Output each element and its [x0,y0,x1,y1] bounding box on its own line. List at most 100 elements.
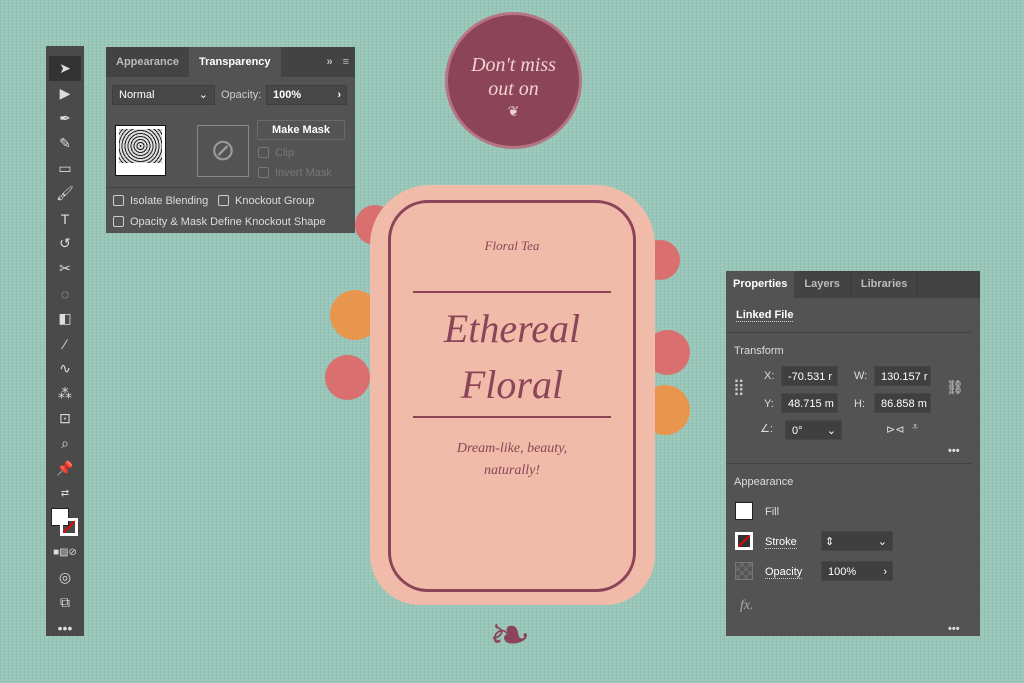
knockout-shape-label: Opacity & Mask Define Knockout Shape [130,216,326,228]
label-frame: Floral Tea Ethereal Floral Dream-like, b… [388,200,636,592]
curvature-tool-icon[interactable]: ✎ [46,131,84,156]
fill-swatch[interactable] [735,502,753,520]
chevron-down-icon: ⌄ [198,89,208,101]
zoom-tool-icon[interactable]: ⌕ [46,431,84,456]
fx-button[interactable]: fx. [740,598,754,614]
more-appearance-button[interactable]: ••• [948,623,960,635]
fill-label: Fill [765,506,780,518]
rectangle-tool-icon[interactable]: ▭ [46,156,84,181]
w-label: W: [854,370,868,382]
angle-value: 0° [792,425,803,437]
screen-mode-icon[interactable]: ⧉ [46,590,84,615]
angle-icon: ∠: [760,423,773,435]
rotate-tool-icon[interactable]: ↺ [46,231,84,256]
properties-panel: Properties Layers Libraries Linked File … [726,271,980,636]
invert-mask-checkbox[interactable]: Invert Mask [258,167,332,179]
label-title-2: Floral [460,362,564,407]
label-title-1: Ethereal [443,306,581,351]
y-label: Y: [764,398,774,410]
chevron-right-icon: › [337,89,341,101]
clip-checkbox[interactable]: Clip [258,147,294,159]
scissors-tool-icon[interactable]: ✂ [46,256,84,281]
gradient-tool-icon[interactable]: ◧ [46,306,84,331]
transform-heading: Transform [734,345,784,357]
symbol-sprayer-tool-icon[interactable]: ⁂ [46,381,84,406]
clip-label: Clip [275,147,294,159]
eyedropper-tool-icon[interactable]: ⁄ [46,331,84,356]
direct-selection-tool-icon[interactable]: ▶ [46,81,84,106]
flip-vertical-icon[interactable]: ⩡ [912,421,918,434]
tab-layers[interactable]: Layers [794,271,849,298]
stepper-icon[interactable]: ⇕ [822,536,834,548]
y-input[interactable]: 48.715 m [781,393,838,413]
tab-properties[interactable]: Properties [726,271,795,298]
opacity-input[interactable]: 100% › [266,85,347,105]
promo-badge: Don't miss out on ❦ [445,12,582,149]
stroke-label[interactable]: Stroke [765,536,797,549]
swap-colors-icon[interactable]: ⇄ [46,481,84,506]
flip-horizontal-icon[interactable]: ⊳⊲ [886,423,904,436]
warp-tool-icon[interactable]: ◌ [46,281,84,306]
transparency-panel: Appearance Transparency » ≡ Normal ⌄ Opac… [106,47,355,233]
ornament-icon: ❦ [507,105,520,120]
panel-overflow-button[interactable]: » [322,47,336,77]
no-mask-icon[interactable]: ⊘ [197,125,249,177]
opacity-icon [735,562,753,580]
divider [413,416,611,418]
draw-mode-icon[interactable]: ◎ [46,565,84,590]
badge-text: out on [488,78,539,100]
linked-file-link[interactable]: Linked File [736,309,794,322]
opacity-value: 100% [828,566,857,578]
tab-libraries[interactable]: Libraries [849,271,919,298]
badge-text: Don't miss [471,54,556,76]
stroke-weight-input[interactable]: ⇕ ⌄ [821,531,893,551]
blend-tool-icon[interactable]: ∿ [46,356,84,381]
invert-mask-label: Invert Mask [275,167,332,179]
isolate-blending-checkbox[interactable]: Isolate Blending [113,195,208,207]
flower [325,355,370,400]
appearance-heading: Appearance [734,476,794,488]
ornament-icon: ❧ [489,607,531,663]
make-mask-button[interactable]: Make Mask [257,120,345,140]
knockout-group-label: Knockout Group [235,195,315,207]
tools-panel: ➤ ▶ ✒ ✎ ▭ 🖌 T ↺ ✂ ◌ ◧ ⁄ ∿ ⁂ ⊡ ⌕ 📌 ⇄ ■▨⊘ … [46,46,84,636]
stroke-swatch[interactable] [60,518,78,536]
opacity-label: Opacity: [221,89,262,101]
stroke-swatch[interactable] [735,532,753,550]
color-mode-icon[interactable]: ■▨⊘ [46,540,84,565]
rotate-input[interactable]: 0° ⌄ [785,420,842,440]
x-label: X: [764,370,775,382]
pin-tool-icon[interactable]: 📌 [46,456,84,481]
label-top-text: Floral Tea [484,238,540,253]
x-input[interactable]: -70.531 r [781,366,838,386]
chevron-down-icon: ⌄ [877,536,887,548]
tagline-2: naturally! [484,463,540,478]
artboard-tool-icon[interactable]: ⊡ [46,406,84,431]
fill-stroke-swatches[interactable] [46,506,84,540]
type-tool-icon[interactable]: T [46,206,84,231]
reference-point-icon[interactable]: ⣿ [733,377,745,397]
panel-menu-icon[interactable]: ≡ [337,47,355,77]
opacity-value: 100% [273,89,302,101]
constrain-proportions-icon[interactable]: ⛓ [946,379,964,396]
paintbrush-tool-icon[interactable]: 🖌 [46,181,84,206]
width-input[interactable]: 130.157 r [874,366,931,386]
divider [413,291,611,293]
more-transform-button[interactable]: ••• [948,445,960,457]
chevron-down-icon: ⌄ [826,425,836,437]
object-thumbnail[interactable] [115,125,166,176]
opacity-input[interactable]: 100% › [821,561,893,581]
opacity-label[interactable]: Opacity [765,566,803,579]
blend-mode-value: Normal [119,89,155,101]
height-input[interactable]: 86.858 m [874,393,931,413]
selection-tool-icon[interactable]: ➤ [49,56,81,81]
tab-transparency[interactable]: Transparency [188,47,281,77]
tab-appearance[interactable]: Appearance [106,47,189,77]
isolate-blending-label: Isolate Blending [130,195,209,207]
h-label: H: [854,398,865,410]
pen-tool-icon[interactable]: ✒ [46,106,84,131]
knockout-shape-checkbox[interactable]: Opacity & Mask Define Knockout Shape [113,216,326,228]
more-tools-button[interactable]: ••• [46,615,84,640]
blend-mode-select[interactable]: Normal ⌄ [112,85,215,105]
knockout-group-checkbox[interactable]: Knockout Group [218,195,315,207]
